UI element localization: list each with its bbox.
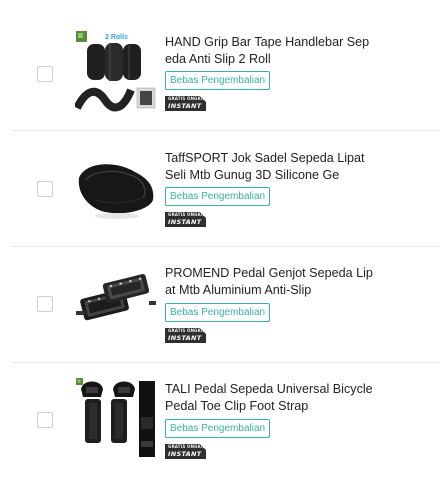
free-shipping-badge: GRATIS ONGKIR INSTANT <box>165 328 206 343</box>
product-image[interactable] <box>75 377 157 459</box>
shipping-line2: INSTANT <box>168 102 202 110</box>
pedals-icon <box>75 261 157 343</box>
select-checkbox[interactable] <box>37 181 53 197</box>
product-image[interactable] <box>75 261 157 343</box>
badge-fold-icon <box>200 444 206 450</box>
list-item: PROMEND Pedal Genjot Sepeda Lipat Mtb Al… <box>0 247 440 363</box>
return-badge: Bebas Pengembalian <box>165 419 271 438</box>
return-badge: Bebas Pengembalian <box>165 71 271 90</box>
list-item: TaffSPORT Jok Sadel Sepeda Lipat Seli Mt… <box>0 131 440 247</box>
free-shipping-badge: GRATIS ONGKIR INSTANT <box>165 96 206 111</box>
badge-fold-icon <box>200 212 206 218</box>
list-item: TALI Pedal Sepeda Universal Bicycle Peda… <box>0 363 440 479</box>
foot-straps-icon <box>75 377 157 459</box>
product-image[interactable]: 2 Rolls <box>73 30 157 112</box>
free-shipping-badge: GRATIS ONGKIR INSTANT <box>165 212 206 227</box>
product-title[interactable]: HAND Grip Bar Tape Handlebar Sepeda Anti… <box>165 34 375 68</box>
select-checkbox[interactable] <box>37 66 53 82</box>
product-title[interactable]: PROMEND Pedal Genjot Sepeda Lipat Mtb Al… <box>165 265 375 299</box>
thumb-label: 2 Rolls <box>105 34 128 41</box>
select-checkbox[interactable] <box>37 296 53 312</box>
return-badge: Bebas Pengembalian <box>165 187 271 206</box>
product-title[interactable]: TALI Pedal Sepeda Universal Bicycle Peda… <box>165 381 375 415</box>
list-item: 2 Rolls HAND Grip Bar Tape Handlebar Sep… <box>0 12 440 128</box>
shipping-line2: INSTANT <box>168 450 202 458</box>
product-title[interactable]: TaffSPORT Jok Sadel Sepeda Lipat Seli Mt… <box>165 150 375 184</box>
free-shipping-badge: GRATIS ONGKIR INSTANT <box>165 444 206 459</box>
shipping-line2: INSTANT <box>168 334 202 342</box>
bar-tape-rolls-icon: 2 Rolls <box>73 30 157 112</box>
product-image[interactable] <box>75 146 157 228</box>
badge-fold-icon <box>200 96 206 102</box>
select-checkbox[interactable] <box>37 412 53 428</box>
badge-fold-icon <box>200 328 206 334</box>
shipping-line2: INSTANT <box>168 218 202 226</box>
saddle-icon <box>75 146 157 228</box>
return-badge: Bebas Pengembalian <box>165 303 271 322</box>
